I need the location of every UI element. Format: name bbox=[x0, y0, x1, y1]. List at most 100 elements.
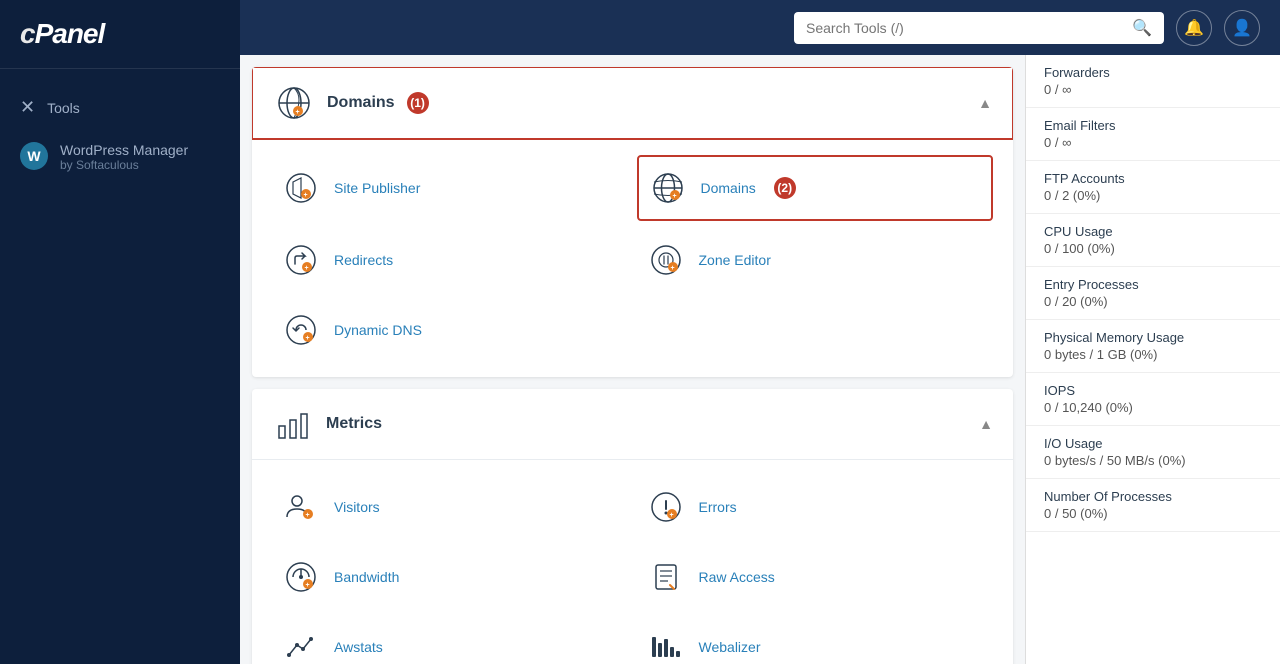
raw-access-icon bbox=[645, 556, 687, 598]
stats-panel: Forwarders 0 / ∞ Email Filters 0 / ∞ FTP… bbox=[1025, 55, 1280, 664]
stat-iops: IOPS 0 / 10,240 (0%) bbox=[1026, 373, 1280, 426]
stat-entry-processes: Entry Processes 0 / 20 (0%) bbox=[1026, 267, 1280, 320]
domains-label: Domains bbox=[701, 180, 756, 196]
errors-label: Errors bbox=[699, 499, 737, 515]
metrics-chevron-up-icon: ▲ bbox=[979, 416, 993, 432]
zone-editor-label: Zone Editor bbox=[699, 252, 771, 268]
domains-section-title: Domains bbox=[327, 94, 395, 112]
bandwidth-item[interactable]: + Bandwidth bbox=[272, 546, 629, 608]
domains-annotation-2: (2) bbox=[774, 177, 796, 199]
visitors-icon: + bbox=[280, 486, 322, 528]
zone-editor-icon: + bbox=[645, 239, 687, 281]
raw-access-item[interactable]: Raw Access bbox=[637, 546, 994, 608]
stat-entry-processes-value: 0 / 20 (0%) bbox=[1044, 294, 1262, 309]
cpanel-logo-text: cPanel bbox=[20, 18, 220, 50]
stat-number-of-processes: Number Of Processes 0 / 50 (0%) bbox=[1026, 479, 1280, 532]
awstats-icon bbox=[280, 626, 322, 664]
stat-ftp-accounts-label: FTP Accounts bbox=[1044, 171, 1262, 186]
svg-text:+: + bbox=[296, 109, 300, 116]
site-publisher-item[interactable]: + Site Publisher bbox=[272, 155, 629, 221]
stat-forwarders-label: Forwarders bbox=[1044, 65, 1262, 80]
sidebar-item-wordpress[interactable]: W WordPress Manager by Softaculous bbox=[0, 130, 240, 184]
user-icon: 👤 bbox=[1232, 18, 1252, 38]
main-area: 🔍 🔔 👤 bbox=[240, 0, 1280, 664]
sidebar-item-tools-label: Tools bbox=[47, 100, 80, 116]
raw-access-label: Raw Access bbox=[699, 569, 775, 585]
stat-forwarders-value: 0 / ∞ bbox=[1044, 82, 1262, 97]
stat-forwarders: Forwarders 0 / ∞ bbox=[1026, 55, 1280, 108]
svg-text:+: + bbox=[306, 335, 310, 342]
site-publisher-icon: + bbox=[280, 167, 322, 209]
stat-email-filters: Email Filters 0 / ∞ bbox=[1026, 108, 1280, 161]
stat-ftp-accounts-value: 0 / 2 (0%) bbox=[1044, 188, 1262, 203]
sidebar-menu: ✕ Tools W WordPress Manager by Softaculo… bbox=[0, 69, 240, 200]
redirects-icon: + bbox=[280, 239, 322, 281]
wordpress-icon: W bbox=[20, 142, 48, 170]
metrics-section-icon bbox=[272, 403, 314, 445]
domains-section-header[interactable]: + Domains (1) ▲ bbox=[252, 67, 1013, 140]
bandwidth-icon: + bbox=[280, 556, 322, 598]
stat-physical-memory: Physical Memory Usage 0 bytes / 1 GB (0%… bbox=[1026, 320, 1280, 373]
svg-text:+: + bbox=[669, 512, 673, 519]
metrics-section-body: + Visitors + bbox=[252, 460, 1013, 664]
visitors-label: Visitors bbox=[334, 499, 380, 515]
stat-io-usage-label: I/O Usage bbox=[1044, 436, 1262, 451]
stat-io-usage: I/O Usage 0 bytes/s / 50 MB/s (0%) bbox=[1026, 426, 1280, 479]
webalizer-icon bbox=[645, 626, 687, 664]
metrics-section: Metrics ▲ + bbox=[252, 389, 1013, 664]
sidebar: cPanel ✕ Tools W WordPress Manager by So… bbox=[0, 0, 240, 664]
header: 🔍 🔔 👤 bbox=[240, 0, 1280, 55]
dynamic-dns-icon: + bbox=[280, 309, 322, 351]
stat-entry-processes-label: Entry Processes bbox=[1044, 277, 1262, 292]
svg-text:+: + bbox=[306, 582, 310, 589]
awstats-item[interactable]: Awstats bbox=[272, 616, 629, 664]
search-input[interactable] bbox=[806, 20, 1124, 36]
stat-ftp-accounts: FTP Accounts 0 / 2 (0%) bbox=[1026, 161, 1280, 214]
site-publisher-label: Site Publisher bbox=[334, 180, 420, 196]
redirects-label: Redirects bbox=[334, 252, 393, 268]
svg-text:+: + bbox=[670, 265, 674, 272]
stat-iops-value: 0 / 10,240 (0%) bbox=[1044, 400, 1262, 415]
errors-icon: + bbox=[645, 486, 687, 528]
wp-subtitle: by Softaculous bbox=[60, 158, 188, 172]
domains-section: + Domains (1) ▲ bbox=[252, 67, 1013, 377]
sidebar-logo: cPanel bbox=[0, 0, 240, 69]
svg-text:+: + bbox=[305, 265, 309, 272]
bell-icon: 🔔 bbox=[1184, 18, 1204, 38]
svg-text:+: + bbox=[672, 193, 676, 200]
wp-title: WordPress Manager bbox=[60, 142, 188, 158]
stat-physical-memory-value: 0 bytes / 1 GB (0%) bbox=[1044, 347, 1262, 362]
svg-text:+: + bbox=[304, 192, 308, 199]
stat-cpu-usage-label: CPU Usage bbox=[1044, 224, 1262, 239]
awstats-label: Awstats bbox=[334, 639, 383, 655]
stat-physical-memory-label: Physical Memory Usage bbox=[1044, 330, 1262, 345]
stat-email-filters-label: Email Filters bbox=[1044, 118, 1262, 133]
domains-annotation-1: (1) bbox=[407, 92, 429, 114]
zone-editor-item[interactable]: + Zone Editor bbox=[637, 229, 994, 291]
stat-cpu-usage-value: 0 / 100 (0%) bbox=[1044, 241, 1262, 256]
visitors-item[interactable]: + Visitors bbox=[272, 476, 629, 538]
main-panel: + Domains (1) ▲ bbox=[240, 55, 1025, 664]
bandwidth-label: Bandwidth bbox=[334, 569, 399, 585]
svg-text:+: + bbox=[306, 512, 310, 519]
stat-cpu-usage: CPU Usage 0 / 100 (0%) bbox=[1026, 214, 1280, 267]
redirects-item[interactable]: + Redirects bbox=[272, 229, 629, 291]
chevron-up-icon: ▲ bbox=[978, 95, 992, 111]
search-bar[interactable]: 🔍 bbox=[794, 12, 1164, 44]
sidebar-item-tools[interactable]: ✕ Tools bbox=[0, 85, 240, 130]
errors-item[interactable]: + Errors bbox=[637, 476, 994, 538]
search-icon[interactable]: 🔍 bbox=[1132, 18, 1152, 38]
content-area: + Domains (1) ▲ bbox=[240, 55, 1280, 664]
metrics-section-header[interactable]: Metrics ▲ bbox=[252, 389, 1013, 460]
notifications-button[interactable]: 🔔 bbox=[1176, 10, 1212, 46]
dynamic-dns-item[interactable]: + Dynamic DNS bbox=[272, 299, 629, 361]
dynamic-dns-label: Dynamic DNS bbox=[334, 322, 422, 338]
domains-section-body: + Site Publisher bbox=[252, 139, 1013, 377]
domains-item[interactable]: + Domains (2) bbox=[637, 155, 994, 221]
user-menu-button[interactable]: 👤 bbox=[1224, 10, 1260, 46]
webalizer-item[interactable]: Webalizer bbox=[637, 616, 994, 664]
domains-icon: + bbox=[647, 167, 689, 209]
metrics-section-title: Metrics bbox=[326, 415, 382, 433]
stat-io-usage-value: 0 bytes/s / 50 MB/s (0%) bbox=[1044, 453, 1262, 468]
stat-iops-label: IOPS bbox=[1044, 383, 1262, 398]
